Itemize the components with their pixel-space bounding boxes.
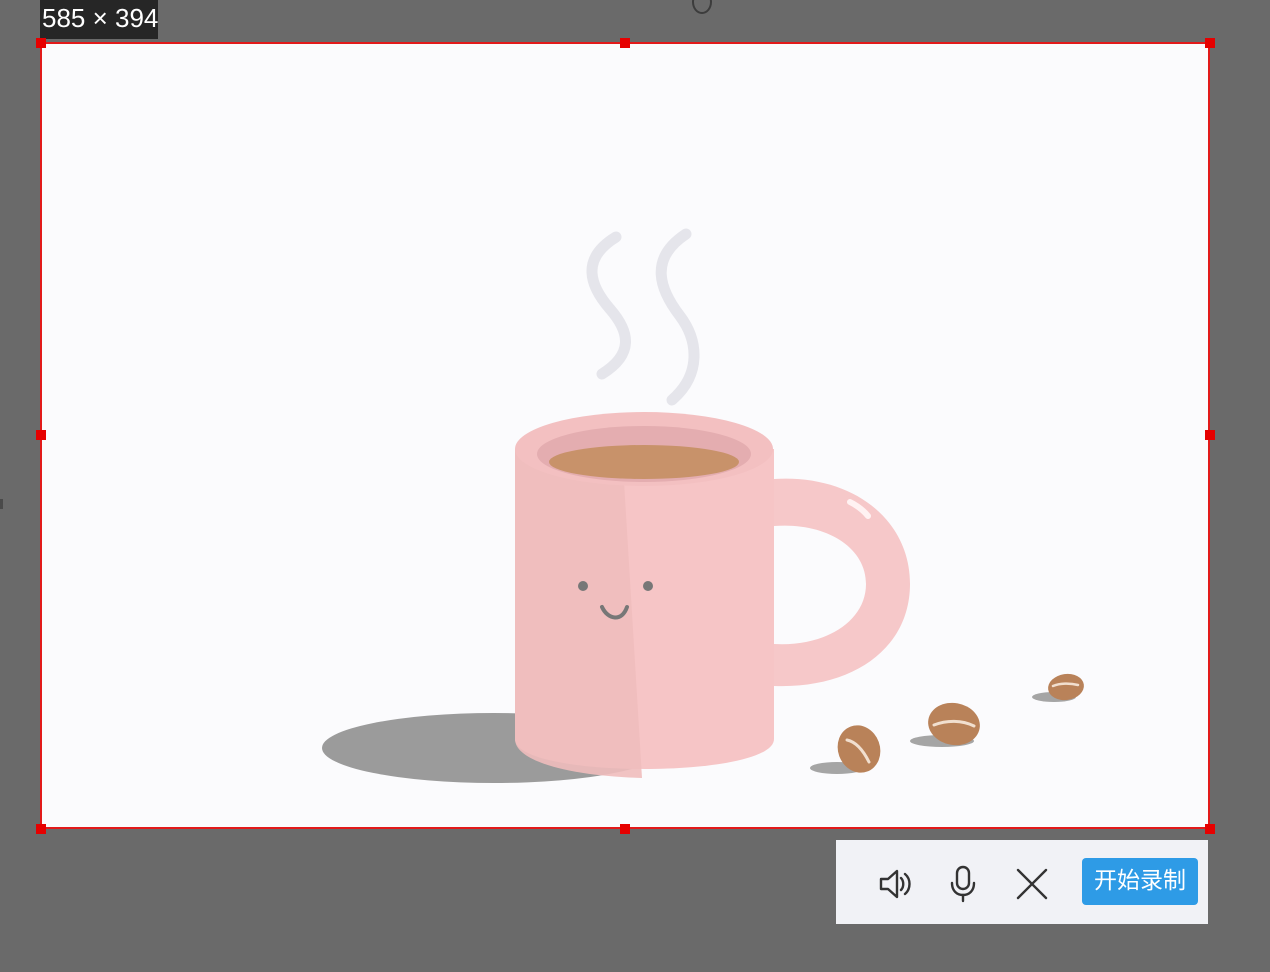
screen-edge-tick [0, 499, 3, 509]
mug-eye-right [643, 581, 653, 591]
coffee-surface [549, 445, 739, 479]
mug-eye-left [578, 581, 588, 591]
resize-handle-top-center[interactable] [620, 38, 630, 48]
recording-toolbar: 开始录制 [836, 840, 1208, 924]
resize-handle-bottom-right[interactable] [1205, 824, 1215, 834]
start-recording-button[interactable]: 开始录制 [1082, 858, 1198, 905]
resize-handle-bottom-center[interactable] [620, 824, 630, 834]
resize-handle-bottom-left[interactable] [36, 824, 46, 834]
close-icon[interactable] [1012, 864, 1052, 904]
speaker-icon[interactable] [876, 864, 916, 904]
capture-size-label: 585 × 394 [40, 0, 158, 39]
resize-handle-top-left[interactable] [36, 38, 46, 48]
mug-handle [774, 478, 910, 687]
microphone-icon[interactable] [943, 864, 983, 904]
steam-left [586, 231, 631, 380]
steam-right [655, 228, 700, 406]
resize-handle-middle-right[interactable] [1205, 430, 1215, 440]
resize-handle-top-right[interactable] [1205, 38, 1215, 48]
coffee-mug-illustration [322, 228, 1084, 783]
resize-handle-middle-left[interactable] [36, 430, 46, 440]
capture-region[interactable] [40, 42, 1210, 829]
